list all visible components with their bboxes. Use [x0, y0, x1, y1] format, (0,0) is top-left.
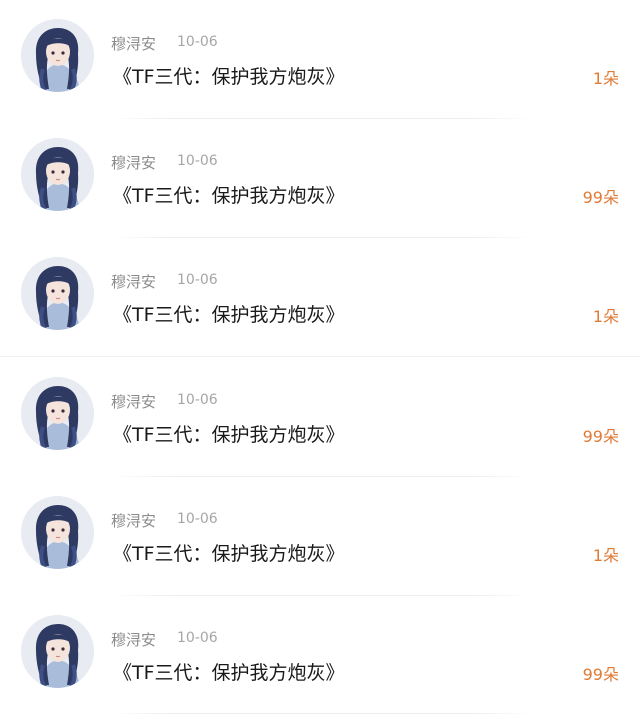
flower-count: 1朵	[592, 546, 619, 565]
anime-girl-avatar-icon	[21, 257, 94, 330]
timestamp: 10-06	[177, 630, 218, 646]
list-item[interactable]: 穆浔安 10-06 《TF三代：保护我方炮灰》 1朵	[0, 0, 640, 119]
anime-girl-avatar-icon	[21, 138, 94, 211]
avatar[interactable]	[21, 257, 94, 330]
timestamp: 10-06	[177, 153, 218, 169]
flower-count: 1朵	[592, 69, 619, 88]
username[interactable]: 穆浔安	[111, 152, 156, 173]
anime-girl-avatar-icon	[21, 615, 94, 688]
avatar[interactable]	[21, 138, 94, 211]
divider	[111, 713, 531, 714]
anime-girl-avatar-icon	[21, 496, 94, 569]
flower-count: 99朵	[582, 427, 619, 446]
gift-record-list: 穆浔安 10-06 《TF三代：保护我方炮灰》 1朵 穆浔安 10-06 《TF…	[0, 0, 640, 719]
timestamp: 10-06	[177, 511, 218, 527]
avatar[interactable]	[21, 377, 94, 450]
list-item[interactable]: 穆浔安 10-06 《TF三代：保护我方炮灰》 1朵	[0, 238, 640, 357]
book-title[interactable]: 《TF三代：保护我方炮灰》	[113, 539, 345, 566]
username[interactable]: 穆浔安	[111, 33, 156, 54]
book-title[interactable]: 《TF三代：保护我方炮灰》	[113, 181, 345, 208]
username[interactable]: 穆浔安	[111, 391, 156, 412]
list-item[interactable]: 穆浔安 10-06 《TF三代：保护我方炮灰》 1朵	[0, 477, 640, 596]
flower-count: 99朵	[582, 665, 619, 684]
avatar[interactable]	[21, 19, 94, 92]
username[interactable]: 穆浔安	[111, 629, 156, 650]
book-title[interactable]: 《TF三代：保护我方炮灰》	[113, 420, 345, 447]
timestamp: 10-06	[177, 34, 218, 50]
book-title[interactable]: 《TF三代：保护我方炮灰》	[113, 658, 345, 685]
book-title[interactable]: 《TF三代：保护我方炮灰》	[113, 300, 345, 327]
avatar[interactable]	[21, 496, 94, 569]
divider	[0, 356, 640, 357]
timestamp: 10-06	[177, 392, 218, 408]
book-title[interactable]: 《TF三代：保护我方炮灰》	[113, 62, 345, 89]
list-item[interactable]: 穆浔安 10-06 《TF三代：保护我方炮灰》 99朵	[0, 596, 640, 715]
username[interactable]: 穆浔安	[111, 510, 156, 531]
avatar[interactable]	[21, 615, 94, 688]
username[interactable]: 穆浔安	[111, 271, 156, 292]
anime-girl-avatar-icon	[21, 377, 94, 450]
timestamp: 10-06	[177, 272, 218, 288]
list-item[interactable]: 穆浔安 10-06 《TF三代：保护我方炮灰》 99朵	[0, 358, 640, 477]
flower-count: 99朵	[582, 188, 619, 207]
flower-count: 1朵	[592, 307, 619, 326]
anime-girl-avatar-icon	[21, 19, 94, 92]
list-item[interactable]: 穆浔安 10-06 《TF三代：保护我方炮灰》 99朵	[0, 119, 640, 238]
